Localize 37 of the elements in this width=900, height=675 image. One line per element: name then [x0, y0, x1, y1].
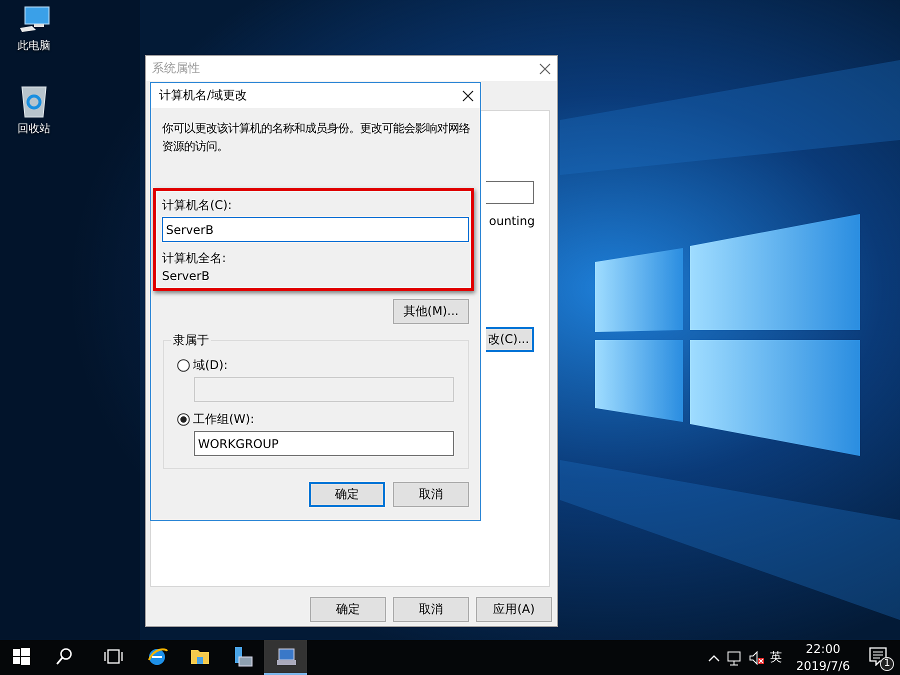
browser-icon[interactable]	[146, 646, 168, 668]
radio-button[interactable]	[177, 359, 190, 372]
group-title: 隶属于	[172, 333, 210, 348]
field-label: 计算机名(C):	[162, 198, 233, 213]
text-field[interactable]: WORKGROUP	[194, 431, 454, 456]
desktop-icon-label[interactable]: 回收站	[18, 121, 50, 136]
close-icon[interactable]	[462, 90, 474, 102]
window-title: 系统属性	[152, 60, 200, 77]
desktop-icon-label[interactable]: 此电脑	[18, 38, 50, 53]
clock-time[interactable]: 22:00	[806, 640, 840, 658]
muted-speaker-icon[interactable]	[748, 650, 764, 666]
dialog-button[interactable]: 应用(A)	[476, 597, 552, 622]
text-field[interactable]	[486, 181, 534, 204]
full-name-text: ServerB	[162, 269, 211, 284]
dialog-title: 计算机名/域更改	[159, 87, 248, 104]
dialog-button[interactable]: 取消	[393, 482, 469, 507]
change-button[interactable]: 改(C)...	[486, 327, 534, 352]
clock-date[interactable]: 2019/7/6	[796, 658, 850, 674]
network-icon[interactable]	[726, 650, 742, 666]
field-label: 计算机全名:	[162, 251, 228, 266]
computer-icon[interactable]	[274, 646, 296, 668]
dialog-button[interactable]: 确定	[309, 482, 385, 507]
computer-name-field[interactable]: ServerB	[162, 217, 469, 242]
chevron-up-icon[interactable]	[708, 652, 720, 662]
radio-label[interactable]: 工作组(W):	[193, 412, 254, 427]
description-text: 你可以更改该计算机的名称和成员身份。更改可能会影响对网络资源的访问。	[162, 121, 471, 155]
input-language-indicator[interactable]: 英	[770, 649, 782, 666]
notification-icon[interactable]	[868, 646, 888, 666]
radio-button[interactable]	[177, 413, 190, 426]
description-text: ounting	[489, 214, 535, 228]
notification-badge: 1	[880, 656, 894, 670]
radio-label[interactable]: 域(D):	[193, 358, 228, 373]
dialog-button[interactable]: 确定	[310, 597, 386, 622]
more-button[interactable]: 其他(M)...	[393, 299, 469, 324]
dialog-button[interactable]: 取消	[393, 597, 469, 622]
start-icon[interactable]	[10, 646, 32, 668]
taskbar-button[interactable]	[264, 640, 307, 675]
